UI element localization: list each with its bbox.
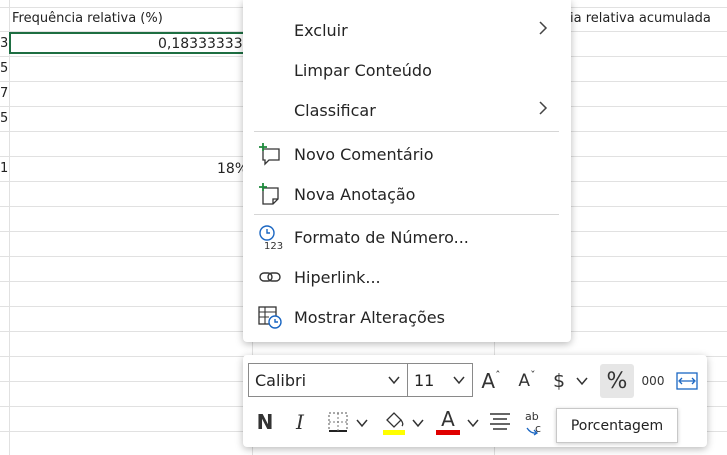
menu-item-label: Hiperlink...: [294, 267, 381, 287]
font-size-dropdown[interactable]: 11: [407, 363, 473, 397]
new-note-icon: [257, 181, 283, 207]
font-name-value: Calibri: [255, 370, 307, 390]
italic-button[interactable]: I: [288, 407, 312, 437]
fill-bucket-icon: [383, 412, 405, 435]
chevron-down-icon: [452, 372, 466, 391]
increase-font-size-button[interactable]: Aˆ: [477, 367, 505, 395]
borders-button[interactable]: [325, 409, 351, 435]
menu-item-excluir[interactable]: Excluir: [243, 11, 571, 49]
borders-icon: [328, 412, 348, 432]
font-color-dropdown-chevron-icon[interactable]: [464, 413, 482, 433]
hyperlink-icon: [257, 264, 283, 290]
percent-label: %: [606, 368, 628, 394]
decrease-font-size-button[interactable]: Aˇ: [513, 367, 541, 395]
borders-dropdown-chevron-icon[interactable]: [353, 413, 371, 433]
selected-cell-value: 0,183333333: [158, 36, 252, 52]
menu-item-nova-anotacao[interactable]: Nova Anotação: [243, 175, 571, 213]
shrink-font-label: A: [518, 371, 531, 391]
row-edge-digit: 7: [0, 86, 9, 101]
tooltip-text: Porcentagem: [570, 417, 664, 434]
italic-label: I: [296, 410, 304, 434]
percent-style-tooltip: Porcentagem: [556, 408, 678, 443]
menu-item-hiperlink[interactable]: Hiperlink...: [243, 258, 571, 296]
menu-item-novo-comentario[interactable]: Novo Comentário: [243, 135, 571, 173]
menu-separator: [254, 214, 559, 215]
menu-item-label: Mostrar Alterações: [294, 307, 445, 327]
center-align-button[interactable]: [487, 409, 513, 435]
spelling-check-icon: ab c: [525, 410, 541, 436]
row-edge-digit: 5: [0, 111, 9, 126]
menu-item-label: Limpar Conteúdo: [294, 60, 432, 80]
menu-item-label: Excluir: [294, 20, 348, 40]
bold-button[interactable]: N: [253, 407, 277, 437]
fill-color-button[interactable]: [380, 407, 408, 437]
font-color-swatch: [436, 429, 460, 435]
align-center-icon: [490, 413, 510, 430]
show-changes-icon: [257, 304, 283, 330]
font-size-value: 11: [414, 370, 435, 390]
svg-text:123: 123: [264, 241, 283, 250]
row-edge-digit: 5: [0, 61, 9, 76]
grow-font-label: A: [481, 369, 496, 393]
menu-item-label: Novo Comentário: [294, 144, 434, 164]
row-edge-digit: 3: [0, 36, 9, 51]
highlight-color-swatch: [383, 430, 405, 435]
menu-item-label: Nova Anotação: [294, 184, 416, 204]
menu-item-mostrar-alteracoes[interactable]: Mostrar Alterações: [243, 298, 571, 336]
menu-item-limpar-conteudo[interactable]: Limpar Conteúdo: [243, 51, 571, 89]
percent-style-button[interactable]: %: [600, 364, 634, 398]
currency-label: $: [552, 370, 566, 392]
column-header-frequencia-relativa[interactable]: Frequência relativa (%): [12, 11, 163, 26]
currency-format-button[interactable]: $: [548, 367, 570, 395]
font-color-label: A: [441, 406, 455, 431]
menu-item-label: Classificar: [294, 100, 376, 120]
context-menu: Excluir Limpar Conteúdo Classificar Novo…: [243, 0, 571, 342]
row-edge-digit: 1: [0, 161, 9, 176]
menu-item-classificar[interactable]: Classificar: [243, 91, 571, 129]
chevron-right-icon: [537, 100, 549, 121]
menu-item-formato-de-numero[interactable]: 123 Formato de Número...: [243, 218, 571, 256]
wrap-text-button[interactable]: [673, 367, 701, 395]
menu-item-label: Formato de Número...: [294, 227, 469, 247]
currency-dropdown-chevron-icon[interactable]: [573, 371, 591, 391]
chevron-down-icon: [387, 372, 401, 391]
comma-style-button[interactable]: 000: [638, 367, 668, 395]
column-header-frequencia-acumulada[interactable]: ia relativa acumulada: [570, 11, 711, 26]
menu-separator: [254, 131, 559, 132]
font-color-button[interactable]: A: [434, 405, 462, 437]
spelling-button[interactable]: ab c: [522, 407, 550, 437]
font-name-dropdown[interactable]: Calibri: [248, 363, 408, 397]
wrap-text-icon: [676, 372, 698, 390]
number-format-icon: 123: [257, 224, 283, 250]
fill-color-dropdown-chevron-icon[interactable]: [409, 413, 427, 433]
new-comment-icon: [257, 141, 283, 167]
comma-label: 000: [641, 374, 665, 388]
bold-label: N: [256, 410, 274, 434]
chevron-right-icon: [537, 20, 549, 41]
